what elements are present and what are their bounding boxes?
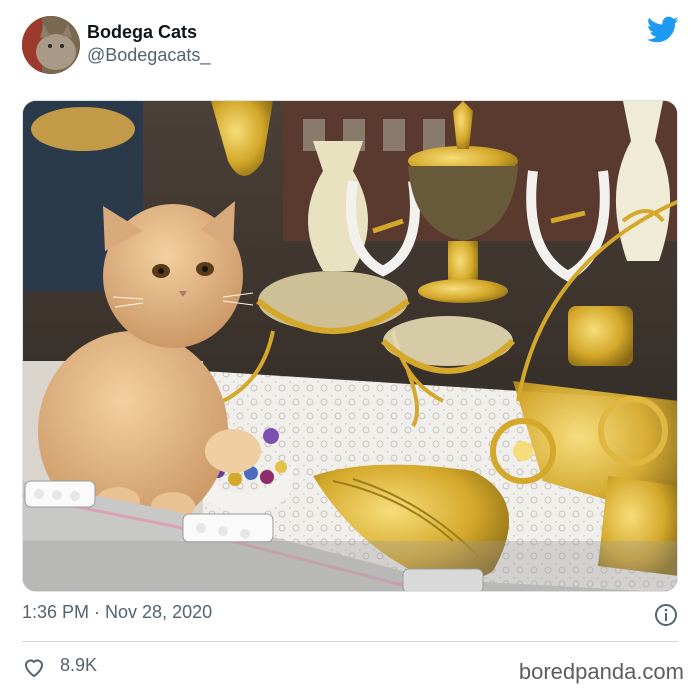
heart-icon[interactable]: [22, 655, 46, 679]
divider: [22, 641, 678, 642]
avatar[interactable]: [22, 16, 80, 74]
tweet-card: Bodega Cats @Bodegacats_ 1:36 PM · Nov 2…: [0, 0, 700, 695]
tweet-photo[interactable]: [22, 100, 678, 592]
user-handle[interactable]: @Bodegacats_: [87, 45, 210, 66]
display-name[interactable]: Bodega Cats: [87, 22, 197, 43]
tweet-timestamp[interactable]: 1:36 PM · Nov 28, 2020: [22, 602, 212, 623]
watermark: boredpanda.com: [518, 659, 684, 684]
cat-in-window-image: [23, 101, 677, 591]
twitter-bird-icon[interactable]: [647, 16, 679, 44]
like-count[interactable]: 8.9K: [60, 655, 97, 676]
info-icon[interactable]: [654, 603, 678, 627]
